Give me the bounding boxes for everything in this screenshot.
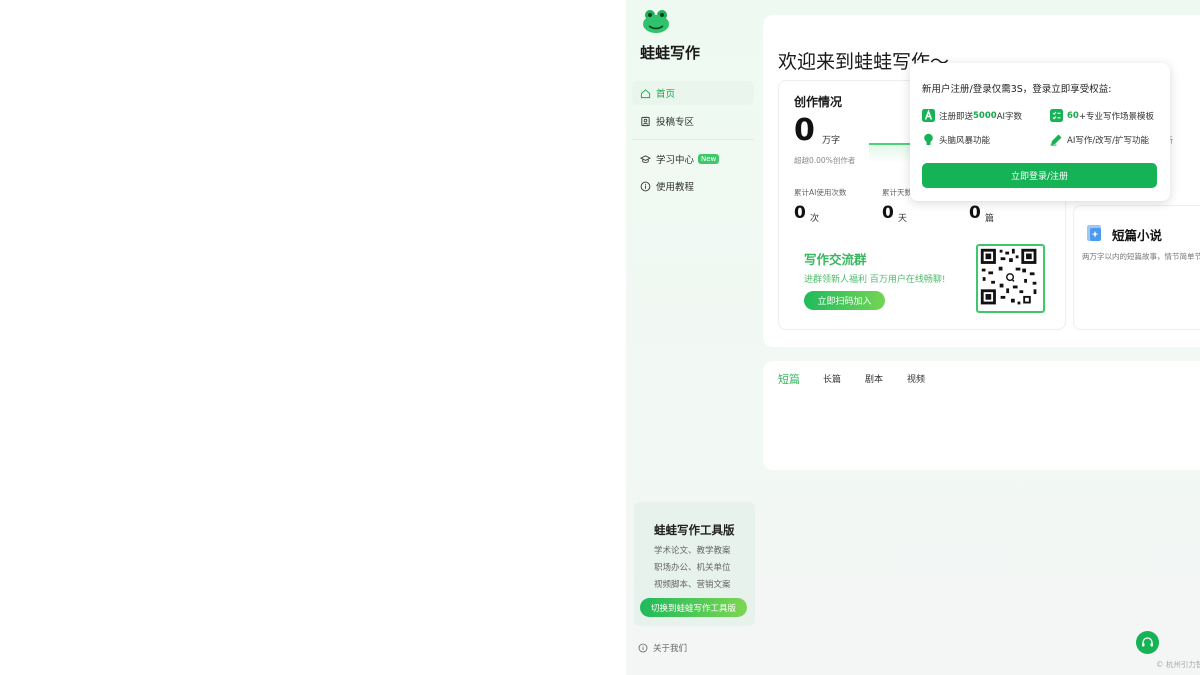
login-register-button[interactable]: 立即登录/注册 xyxy=(922,163,1157,188)
about-us-label: 关于我们 xyxy=(653,644,688,654)
short-novel-title: 短篇小说 xyxy=(1112,228,1163,243)
perk-text: 头脑风暴功能 xyxy=(939,135,991,146)
tab-video[interactable]: 视频 xyxy=(907,372,925,385)
info-icon xyxy=(638,643,648,653)
short-novel-desc: 两万字以内的短篇故事，情节简单节 xyxy=(1082,252,1200,261)
perk-text: 注册即送 xyxy=(939,111,974,122)
perk-item: 60 +专业写作场景模板 xyxy=(1050,109,1154,122)
nav-item-label: 学习中心 xyxy=(656,155,695,166)
stat-label: 累计天数 xyxy=(882,188,912,197)
tool-version-promo: 蛙蛙写作工具版 学术论文、教学教案 职场办公、机关单位 视频脚本、营销文案 切换… xyxy=(634,502,755,626)
short-novel-icon xyxy=(1087,225,1101,241)
tab-long[interactable]: 长篇 xyxy=(823,372,841,385)
nav-item-label: 使用教程 xyxy=(656,182,695,193)
nav-divider xyxy=(632,139,754,140)
popup-title: 新用户注册/登录仅需3S，登录立即享受权益: xyxy=(922,84,1112,95)
works-panel: 短篇 长篇 剧本 视频 xyxy=(763,361,1200,470)
stat-label: 累计AI使用次数 xyxy=(794,188,847,197)
perk-highlight: 60 xyxy=(1067,110,1079,121)
group-subtitle: 进群领新人福利 百万用户在线畅聊! xyxy=(804,275,946,285)
nav-item-label: 首页 xyxy=(656,89,676,100)
template-icon xyxy=(1050,109,1063,122)
perk-item: AI写作/改写/扩写功能 xyxy=(1050,133,1149,146)
tab-short[interactable]: 短篇 xyxy=(778,371,800,387)
stat-unit: 天 xyxy=(898,214,908,224)
perk-text: +专业写作场景模板 xyxy=(1078,111,1154,122)
qr-code-icon xyxy=(976,244,1045,313)
headset-icon xyxy=(1142,637,1153,647)
nav-item-home[interactable]: 首页 xyxy=(632,81,754,105)
copyright-text: © 杭州引力智 xyxy=(1156,660,1200,669)
stat-value: 0 xyxy=(794,203,806,223)
switch-tool-version-button[interactable]: 切换到蛙蛙写作工具版 xyxy=(640,598,747,617)
total-words-unit: 万字 xyxy=(822,136,841,146)
nav-item-submission[interactable]: 投稿专区 xyxy=(632,109,754,133)
perk-highlight: 5000 xyxy=(973,110,997,121)
sidebar: 蛙蛙写作 首页 投稿专区 学习中心 New 使用教程 蛙蛙写作工具版 学术论文、… xyxy=(626,0,760,675)
perk-item: 头脑风暴功能 xyxy=(922,133,990,146)
frog-logo-icon xyxy=(643,10,669,33)
lightbulb-icon xyxy=(924,133,933,145)
stat-unit: 次 xyxy=(810,214,820,224)
total-words-value: 0 xyxy=(794,113,815,148)
letter-a-icon xyxy=(922,109,935,122)
promo-line: 职场办公、机关单位 xyxy=(654,563,731,573)
new-badge: New xyxy=(698,154,720,164)
group-title: 写作交流群 xyxy=(804,252,867,267)
nav-item-label: 投稿专区 xyxy=(656,117,695,128)
short-novel-card[interactable]: 短篇小说 两万字以内的短篇故事，情节简单节 xyxy=(1073,205,1200,330)
about-us-link[interactable]: 关于我们 xyxy=(638,642,687,654)
nav-item-learning[interactable]: 学习中心 New xyxy=(632,147,754,171)
brand-name: 蛙蛙写作 xyxy=(640,44,701,62)
perk-text: AI写作/改写/扩写功能 xyxy=(1067,135,1150,146)
pen-icon xyxy=(1050,134,1062,146)
graduation-cap-icon xyxy=(640,154,651,163)
perk-text: AI字数 xyxy=(996,111,1023,122)
stat-value: 0 xyxy=(969,203,981,223)
login-benefits-popup: 新用户注册/登录仅需3S，登录立即享受权益: 注册即送 5000 AI字数 60 +专… xyxy=(910,63,1170,201)
stats-title: 创作情况 xyxy=(794,95,843,109)
promo-title: 蛙蛙写作工具版 xyxy=(654,523,735,537)
submission-icon xyxy=(641,116,650,126)
info-icon xyxy=(640,181,651,191)
join-group-button[interactable]: 立即扫码加入 xyxy=(804,291,885,310)
promo-line: 视频脚本、营销文案 xyxy=(654,580,731,590)
perk-item: 注册即送 5000 AI字数 xyxy=(922,109,1022,122)
customer-service-button[interactable] xyxy=(1136,631,1159,654)
home-icon xyxy=(640,88,651,98)
stat-unit: 篇 xyxy=(985,214,995,224)
promo-line: 学术论文、教学教案 xyxy=(654,546,731,556)
stat-value: 0 xyxy=(882,203,894,223)
tab-script[interactable]: 剧本 xyxy=(865,372,883,385)
nav-item-tutorial[interactable]: 使用教程 xyxy=(632,174,754,198)
exceed-text: 超越0.00%创作者 xyxy=(794,156,856,165)
